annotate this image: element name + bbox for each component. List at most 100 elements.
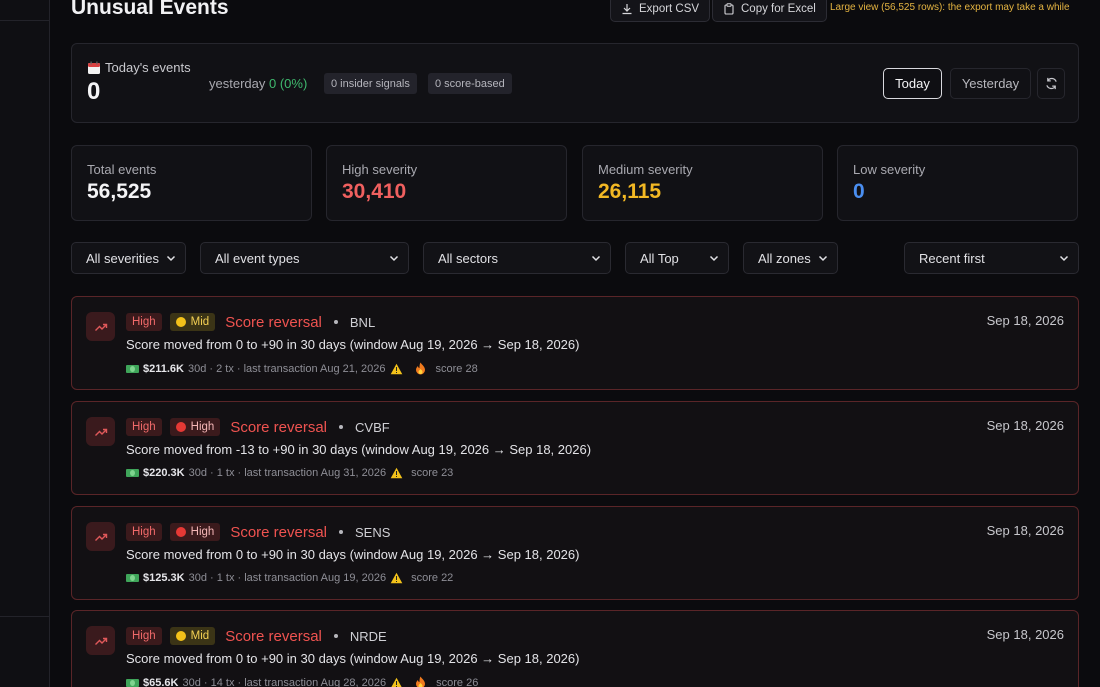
yesterday-button[interactable]: Yesterday xyxy=(950,68,1031,99)
event-card[interactable]: High Mid Score reversal BNL Sep 18, 2026… xyxy=(71,296,1079,390)
yellow-circle-icon xyxy=(175,317,186,327)
event-ticker[interactable]: BNL xyxy=(350,315,375,330)
copy-excel-button[interactable]: Copy for Excel xyxy=(712,0,827,22)
level-badge-label: High xyxy=(190,421,215,433)
event-score: score 22 xyxy=(411,572,454,584)
stat-label: Total events xyxy=(87,162,157,177)
event-amount: $211.6K xyxy=(143,362,184,375)
trending-up-icon xyxy=(86,312,115,341)
event-meta-text: 30d · 1 tx · last transaction Aug 31, 20… xyxy=(188,467,387,479)
stat-value: 26,115 xyxy=(598,180,662,203)
event-ticker[interactable]: SENS xyxy=(355,525,390,540)
event-card[interactable]: High High Score reversal CVBF Sep 18, 20… xyxy=(71,401,1079,495)
clipboard-icon xyxy=(724,3,734,15)
event-title[interactable]: Score reversal xyxy=(225,628,322,645)
event-title[interactable]: Score reversal xyxy=(225,314,322,331)
sidebar-divider xyxy=(0,616,49,617)
yesterday-label: yesterday xyxy=(209,76,266,91)
level-badge: High xyxy=(169,418,221,436)
today-button[interactable]: Today xyxy=(883,68,942,99)
today-events-card: Today's events 0 yesterday 0 (0%) 0 insi… xyxy=(71,43,1079,123)
event-meta: $65.6K 30d · 14 tx · last transaction Au… xyxy=(126,676,478,687)
event-title[interactable]: Score reversal xyxy=(230,524,327,541)
page-title: Unusual Events xyxy=(71,0,229,19)
event-description: Score moved from 0 to +90 in 30 days (wi… xyxy=(126,337,580,352)
severity-badge: High xyxy=(126,627,162,645)
yellow-circle-icon xyxy=(175,631,186,641)
refresh-button[interactable] xyxy=(1037,68,1065,99)
red-circle-icon xyxy=(175,527,186,537)
event-type-filter-value: All event types xyxy=(215,250,300,266)
zone-filter[interactable]: All zones xyxy=(743,242,838,274)
today-label: Today's events xyxy=(105,60,191,75)
level-badge-label: High xyxy=(190,526,215,538)
stat-value: 0 xyxy=(853,180,865,203)
stat-high: High severity 30,410 xyxy=(326,145,567,221)
sort-select[interactable]: Recent first xyxy=(904,242,1079,274)
warning-icon xyxy=(391,677,403,687)
fire-icon xyxy=(416,676,426,687)
event-date: Sep 18, 2026 xyxy=(986,418,1064,433)
stat-label: Medium severity xyxy=(598,162,693,177)
event-date: Sep 18, 2026 xyxy=(986,313,1064,328)
stat-value: 30,410 xyxy=(342,180,407,203)
money-icon xyxy=(126,469,139,477)
event-description: Score moved from 0 to +90 in 30 days (wi… xyxy=(126,651,580,666)
bullet-separator xyxy=(339,425,344,429)
red-circle-icon xyxy=(175,422,186,432)
event-date: Sep 18, 2026 xyxy=(986,627,1064,642)
stat-medium: Medium severity 26,115 xyxy=(582,145,823,221)
event-card[interactable]: High High Score reversal SENS Sep 18, 20… xyxy=(71,506,1079,600)
stat-low: Low severity 0 xyxy=(837,145,1078,221)
event-card[interactable]: High Mid Score reversal NRDE Sep 18, 202… xyxy=(71,610,1079,687)
chevron-down-icon xyxy=(818,255,828,262)
chevron-down-icon xyxy=(166,255,176,262)
event-score: score 26 xyxy=(436,676,479,687)
top-filter[interactable]: All Top xyxy=(625,242,729,274)
event-meta-text: 30d · 1 tx · last transaction Aug 19, 20… xyxy=(188,572,387,584)
sort-select-value: Recent first xyxy=(919,250,985,266)
chevron-down-icon xyxy=(709,255,719,262)
severity-badge: High xyxy=(126,313,162,331)
level-badge-label: Mid xyxy=(190,630,210,642)
export-csv-button[interactable]: Export CSV xyxy=(610,0,711,22)
event-score: score 28 xyxy=(435,362,478,375)
event-meta: $211.6K 30d · 2 tx · last transaction Au… xyxy=(126,362,478,375)
stat-label: High severity xyxy=(342,162,418,177)
event-meta-text: 30d · 14 tx · last transaction Aug 28, 2… xyxy=(182,676,387,687)
event-ticker[interactable]: CVBF xyxy=(355,420,390,435)
score-based-badge: 0 score-based xyxy=(428,73,512,94)
event-meta: $220.3K 30d · 1 tx · last transaction Au… xyxy=(126,467,453,479)
today-count: 0 xyxy=(87,78,101,105)
event-amount: $220.3K xyxy=(143,467,185,479)
sector-filter-value: All sectors xyxy=(438,250,498,266)
trending-up-icon xyxy=(86,522,115,551)
today-label-wrap: Today's events xyxy=(87,60,191,75)
top-filter-value: All Top xyxy=(640,250,679,266)
money-icon xyxy=(126,574,139,582)
sidebar-divider xyxy=(0,20,49,21)
sector-filter[interactable]: All sectors xyxy=(423,242,611,274)
zone-filter-value: All zones xyxy=(758,250,811,266)
bullet-separator xyxy=(333,320,338,324)
stat-value: 56,525 xyxy=(87,180,152,203)
insider-signals-badge: 0 insider signals xyxy=(324,73,417,94)
export-note: Large view (56,525 rows): the export may… xyxy=(830,2,1070,13)
yesterday-compare: yesterday 0 (0%) xyxy=(209,76,307,91)
chevron-down-icon xyxy=(591,255,601,262)
event-header: High Mid Score reversal NRDE xyxy=(126,627,387,645)
bullet-separator xyxy=(339,530,344,534)
event-title[interactable]: Score reversal xyxy=(230,419,327,436)
event-meta: $125.3K 30d · 1 tx · last transaction Au… xyxy=(126,572,453,584)
bullet-separator xyxy=(333,634,338,638)
event-type-filter[interactable]: All event types xyxy=(200,242,409,274)
export-csv-label: Export CSV xyxy=(639,3,700,15)
trending-up-icon xyxy=(86,626,115,655)
level-badge: Mid xyxy=(169,313,216,331)
level-badge-label: Mid xyxy=(190,316,210,328)
event-ticker[interactable]: NRDE xyxy=(350,629,387,644)
severity-filter[interactable]: All severities xyxy=(71,242,186,274)
warning-icon xyxy=(390,363,402,374)
fire-icon xyxy=(415,362,425,375)
severity-badge: High xyxy=(126,523,162,541)
